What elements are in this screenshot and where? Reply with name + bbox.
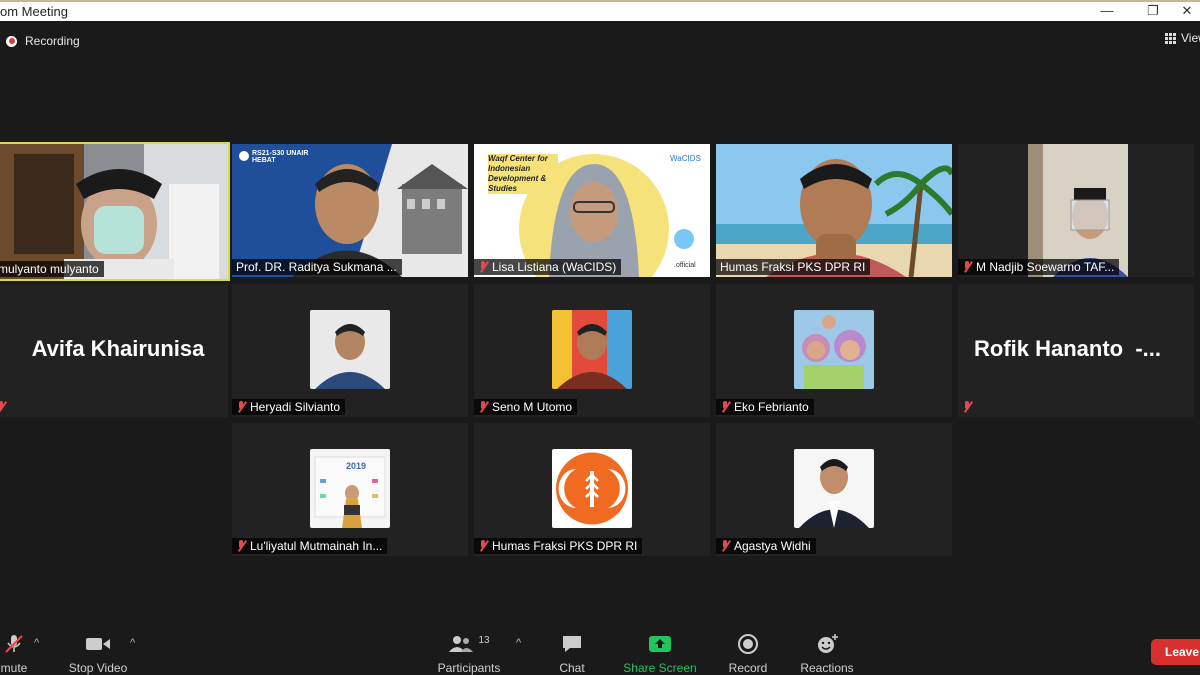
participant-tile-avifa[interactable]: Avifa Khairunisa [0, 284, 228, 417]
participant-tile-lisa[interactable]: Waqf Center for Indonesian Development &… [474, 144, 710, 277]
participant-video [958, 144, 1194, 277]
share-screen-label: Share Screen [623, 661, 697, 675]
participants-icon [449, 636, 474, 652]
brand-logo-text: WaCIDS [670, 154, 701, 163]
record-button[interactable]: Record [726, 633, 770, 675]
mic-muted-icon [962, 261, 972, 273]
record-icon [738, 634, 758, 654]
slide-header-text: RS21-S30 UNAIR HEBAT [252, 150, 309, 164]
participant-tile-eko[interactable]: Eko Febrianto [716, 284, 952, 417]
participant-avatar [794, 449, 874, 528]
close-button[interactable]: ✕ [1167, 2, 1200, 21]
view-label: View [1181, 31, 1200, 45]
participant-tile-seno[interactable]: Seno M Utomo [474, 284, 710, 417]
share-screen-icon [649, 636, 671, 652]
participant-name-label: Agastya Widhi [716, 538, 816, 554]
participant-avatar [794, 310, 874, 389]
meeting-toolbar: mute ^ Stop Video ^ 13 Participants ^ Ch… [0, 625, 1200, 675]
participant-name-label [0, 399, 11, 415]
mic-muted-icon [0, 401, 6, 413]
smiley-reaction-icon [818, 634, 838, 653]
window-title: om Meeting [0, 4, 68, 19]
brand-suffix-text: .official [674, 262, 696, 269]
minimize-button[interactable]: — [1087, 2, 1127, 21]
share-screen-button[interactable]: Share Screen [622, 633, 698, 675]
poster-year-text: 2019 [346, 461, 367, 471]
unmute-button[interactable]: mute [0, 633, 34, 675]
recording-icon [6, 35, 17, 47]
participant-display-name: Avifa Khairunisa [31, 336, 205, 361]
unmute-label: mute [0, 661, 28, 675]
reactions-label: Reactions [800, 661, 854, 675]
mic-muted-icon [478, 540, 488, 552]
video-options-caret[interactable]: ^ [130, 637, 135, 649]
participant-avatar [552, 310, 632, 389]
gallery-grid-icon [1165, 32, 1176, 44]
participant-name-label [958, 399, 977, 415]
mic-muted-icon [478, 261, 488, 273]
slide-title-text: Waqf Center for Indonesian Development &… [488, 154, 558, 194]
record-label: Record [728, 661, 768, 675]
participants-options-caret[interactable]: ^ [516, 637, 521, 649]
mic-muted-icon [720, 540, 730, 552]
participant-tile-nadjib[interactable]: M Nadjib Soewarno TAF... [958, 144, 1194, 277]
participants-button[interactable]: 13 Participants [434, 633, 504, 675]
participant-name-label: Humas Fraksi PKS DPR RI [716, 259, 871, 275]
participant-display-name: Rofik Hananto -... [974, 336, 1161, 361]
participant-tile-humas-logo[interactable]: Humas Fraksi PKS DPR RI [474, 423, 710, 556]
pks-logo-icon [552, 449, 632, 528]
mic-muted-icon [720, 401, 730, 413]
participant-tile-mulyanto[interactable]: mulyanto mulyanto [0, 142, 230, 281]
window-titlebar: om Meeting — ❐ ✕ [0, 0, 1200, 21]
mic-muted-icon [236, 401, 246, 413]
mic-muted-icon [5, 635, 23, 653]
participant-avatar: 2019 [310, 449, 390, 528]
chat-label: Chat [559, 661, 585, 675]
participant-name-label: M Nadjib Soewarno TAF... [958, 259, 1120, 275]
participant-tile-rofik[interactable]: Rofik Hananto -... [958, 284, 1194, 417]
participant-name-label: Seno M Utomo [474, 399, 578, 415]
recording-indicator[interactable]: Recording [6, 33, 80, 49]
leave-meeting-button[interactable]: Leave [1151, 639, 1200, 665]
participant-tile-luliyatul[interactable]: 2019 Lu'liyatul Mutmainah In... [232, 423, 468, 556]
reactions-button[interactable]: Reactions [798, 633, 856, 675]
video-camera-icon [86, 638, 110, 650]
participant-name-label: Eko Febrianto [716, 399, 814, 415]
mic-muted-icon [236, 540, 246, 552]
participant-tile-raditya[interactable]: RS21-S30 UNAIR HEBAT Prof. DR. Raditya S… [232, 144, 468, 277]
participant-count: 13 [478, 634, 490, 646]
participant-name-label: Lisa Listiana (WaCIDS) [474, 259, 622, 275]
participant-name-label: Heryadi Silvianto [232, 399, 346, 415]
participant-name-label: Humas Fraksi PKS DPR RI [474, 538, 643, 554]
mic-muted-icon [478, 401, 488, 413]
participant-tile-heryadi[interactable]: Heryadi Silvianto [232, 284, 468, 417]
recording-label: Recording [25, 34, 80, 48]
participant-avatar [310, 310, 390, 389]
view-button[interactable]: View [1165, 31, 1200, 45]
chat-bubble-icon [563, 636, 581, 652]
audio-options-caret[interactable]: ^ [34, 637, 39, 649]
stop-video-button[interactable]: Stop Video [64, 633, 132, 675]
chat-button[interactable]: Chat [552, 633, 592, 675]
participant-video [716, 144, 952, 277]
participant-tile-agastya[interactable]: Agastya Widhi [716, 423, 952, 556]
stop-video-label: Stop Video [68, 661, 128, 675]
participant-avatar [552, 449, 632, 528]
participants-label: Participants [437, 661, 501, 675]
participant-name-label: Prof. DR. Raditya Sukmana ... [232, 259, 402, 275]
participant-tile-humas-video[interactable]: Humas Fraksi PKS DPR RI [716, 144, 952, 277]
mic-muted-icon [962, 401, 972, 413]
participant-name-label: Lu'liyatul Mutmainah In... [232, 538, 388, 554]
participant-name-label: mulyanto mulyanto [0, 261, 104, 277]
